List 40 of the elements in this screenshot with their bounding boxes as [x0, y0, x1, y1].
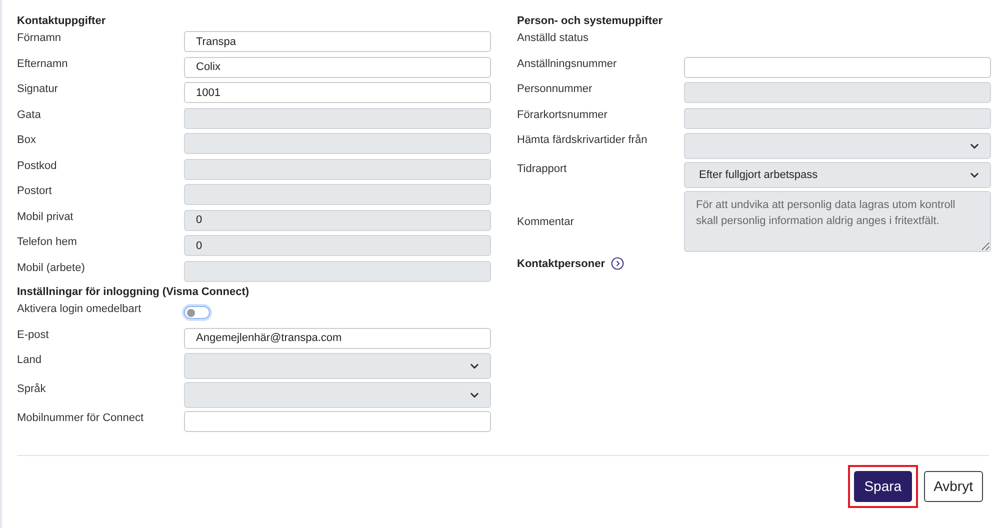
- field-label: Signatur: [17, 82, 59, 95]
- field-label: Tidrapport: [517, 162, 568, 175]
- section-title: Kontaktpersoner: [517, 258, 606, 270]
- field-label: Mobil privat: [17, 210, 74, 222]
- chevron-icon: [470, 363, 479, 369]
- field-label: Efternamn: [17, 56, 69, 70]
- text-field[interactable]: [684, 56, 991, 78]
- text-field[interactable]: Transpa: [184, 31, 491, 52]
- text-field[interactable]: Angemejlenhär@transpa.com: [184, 328, 491, 348]
- field-label: Förarkortsnummer: [517, 108, 608, 120]
- text-field[interactable]: Colix: [184, 56, 491, 78]
- text-field[interactable]: [184, 411, 491, 432]
- action-button[interactable]: Spara: [854, 470, 912, 502]
- field-label: Telefon hem: [17, 235, 78, 248]
- action-button[interactable]: Avbryt: [924, 470, 983, 502]
- field-label: Personnummer: [517, 82, 594, 95]
- chevron-icon: [970, 143, 979, 149]
- section-title: Inställningar för inloggning (Visma Connect): [17, 286, 250, 298]
- field-label: Anställd status: [517, 31, 590, 44]
- field-label: Språk: [17, 382, 47, 395]
- field-label: E-post: [17, 328, 50, 340]
- field-label: Land: [17, 353, 42, 366]
- field-label: Kommentar: [517, 215, 575, 228]
- field-label: Postort: [17, 184, 53, 197]
- field-label: Aktivera login omedelbart: [17, 302, 142, 315]
- field-label: Hämta färdskrivartider från: [517, 133, 648, 146]
- section-title: Kontaktuppgifter: [17, 15, 107, 27]
- field-label: Mobilnummer för Connect: [17, 411, 145, 424]
- section-title: Person- och systemuppifter: [517, 15, 664, 27]
- toggle-switch[interactable]: [184, 306, 210, 319]
- field-label: Anställningsnummer: [517, 56, 618, 70]
- chevron-circle-icon[interactable]: [611, 257, 624, 270]
- field-label: Postkod: [17, 158, 58, 172]
- field-label: Mobil (arbete): [17, 260, 86, 274]
- chevron-icon: [970, 172, 979, 178]
- text-field[interactable]: 1001: [184, 82, 491, 103]
- field-label: Gata: [17, 108, 42, 120]
- field-label: Förnamn: [17, 31, 62, 44]
- chevron-icon: [470, 392, 479, 398]
- field-label: Box: [17, 133, 37, 146]
